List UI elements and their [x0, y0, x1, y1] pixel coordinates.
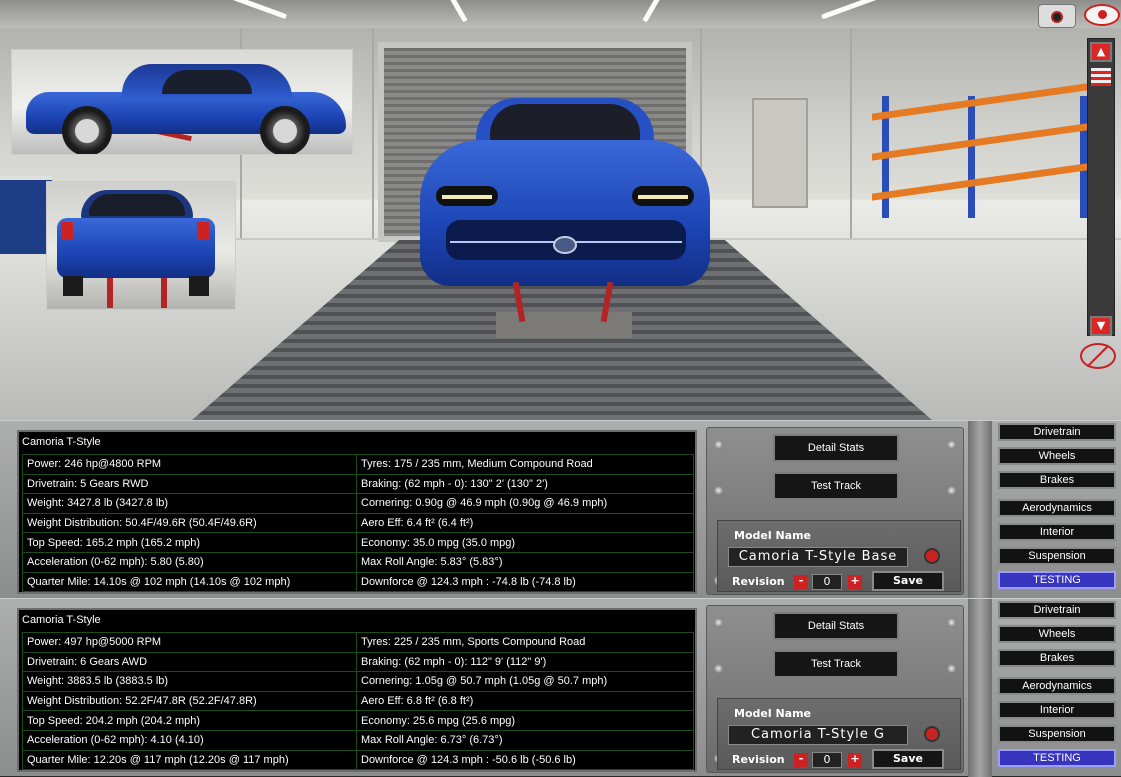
tab-wheels[interactable]: Wheels: [998, 447, 1116, 465]
tab-testing[interactable]: TESTING: [998, 571, 1116, 589]
revision-minus-button[interactable]: -: [794, 753, 808, 767]
3d-viewport[interactable]: ▲ ▼: [0, 0, 1121, 420]
side-view-thumbnail[interactable]: [11, 49, 353, 155]
model-name-box: Model Name Camoria T-Style G Revision - …: [717, 698, 961, 770]
controls-plate: Detail Stats Test Track Model Name Camor…: [706, 605, 964, 773]
model-name-input[interactable]: Camoria T-Style G: [728, 725, 908, 745]
tab-drivetrain[interactable]: Drivetrain: [998, 601, 1116, 619]
model-name-label: Model Name: [734, 529, 811, 542]
stats-title: Camoria T-Style: [22, 436, 101, 448]
stat-power: Power: 497 hp@5000 RPM: [22, 632, 357, 653]
model-name-box: Model Name Camoria T-Style Base Revision…: [717, 520, 961, 592]
stat-tyres: Tyres: 175 / 235 mm, Medium Compound Roa…: [356, 454, 694, 475]
revision-label: Revision: [732, 575, 785, 588]
stat-weight: Weight: 3883.5 lb (3883.5 lb): [22, 671, 357, 692]
test-track-button[interactable]: Test Track: [773, 472, 899, 500]
tool-box: [0, 176, 52, 254]
stat-weight: Weight: 3427.8 lb (3427.8 lb): [22, 493, 357, 514]
stat-acceleration: Acceleration (0-62 mph): 4.10 (4.10): [22, 729, 357, 751]
stat-downforce: Downforce @ 124.3 mph : -74.8 lb (-74.8 …: [356, 571, 694, 593]
cabinet: [752, 98, 808, 208]
stats-box: Camoria T-Style Power: 497 hp@5000 RPM Ty…: [17, 608, 697, 772]
stat-aero-eff: Aero Eff: 6.4 ft² (6.4 ft²): [356, 512, 694, 534]
tab-suspension[interactable]: Suspension: [998, 725, 1116, 743]
tab-interior[interactable]: Interior: [998, 523, 1116, 541]
save-button[interactable]: Save: [872, 571, 944, 591]
wall-panel: [850, 28, 852, 238]
tab-aerodynamics[interactable]: Aerodynamics: [998, 677, 1116, 695]
nav-tabs: Drivetrain Wheels Brakes Aerodynamics In…: [996, 423, 1118, 595]
stat-downforce: Downforce @ 124.3 mph : -50.6 lb (-50.6 …: [356, 749, 694, 771]
tab-testing[interactable]: TESTING: [998, 749, 1116, 767]
stat-weight-distribution: Weight Distribution: 52.2F/47.8R (52.2F/…: [22, 690, 357, 712]
nav-tabs: Drivetrain Wheels Brakes Aerodynamics In…: [996, 601, 1118, 773]
hide-eye-icon[interactable]: [1080, 343, 1116, 369]
eye-icon[interactable]: [1084, 4, 1120, 26]
rear-view-thumbnail[interactable]: [46, 181, 236, 310]
stats-table: Power: 497 hp@5000 RPM Tyres: 225 / 235 m…: [22, 632, 694, 771]
tab-brakes[interactable]: Brakes: [998, 649, 1116, 667]
stat-top-speed: Top Speed: 204.2 mph (204.2 mph): [22, 710, 357, 731]
tab-wheels[interactable]: Wheels: [998, 625, 1116, 643]
arrow-down-icon[interactable]: ▼: [1090, 316, 1112, 336]
stat-max-roll: Max Roll Angle: 5.83° (5.83°): [356, 551, 694, 573]
divider-strip: [968, 599, 992, 777]
revision-minus-button[interactable]: -: [794, 575, 808, 589]
model-name-input[interactable]: Camoria T-Style Base: [728, 547, 908, 567]
detail-stats-button[interactable]: Detail Stats: [773, 434, 899, 462]
reset-name-icon[interactable]: [924, 548, 940, 564]
save-button[interactable]: Save: [872, 749, 944, 769]
stats-title: Camoria T-Style: [22, 614, 101, 626]
controls-plate: Detail Stats Test Track Model Name Camor…: [706, 427, 964, 595]
detail-stats-button[interactable]: Detail Stats: [773, 612, 899, 640]
car-stats-panel-2: Camoria T-Style Power: 497 hp@5000 RPM Ty…: [0, 598, 1121, 777]
zoom-scroll-thumb[interactable]: [1091, 68, 1111, 86]
camera-icon[interactable]: [1038, 4, 1076, 28]
stat-acceleration: Acceleration (0-62 mph): 5.80 (5.80): [22, 551, 357, 573]
revision-value: 0: [812, 574, 842, 590]
car-model-front-view[interactable]: [420, 98, 710, 288]
revision-value: 0: [812, 752, 842, 768]
revision-label: Revision: [732, 753, 785, 766]
stat-top-speed: Top Speed: 165.2 mph (165.2 mph): [22, 532, 357, 553]
tab-drivetrain[interactable]: Drivetrain: [998, 423, 1116, 441]
stat-power: Power: 246 hp@4800 RPM: [22, 454, 357, 475]
stat-braking: Braking: (62 mph - 0): 112" 9' (112" 9'): [356, 651, 694, 673]
storage-shelf: [872, 78, 1094, 218]
ceiling: [0, 0, 1121, 28]
arrow-up-icon[interactable]: ▲: [1090, 42, 1112, 62]
stat-max-roll: Max Roll Angle: 6.73° (6.73°): [356, 729, 694, 751]
tab-suspension[interactable]: Suspension: [998, 547, 1116, 565]
stat-quarter-mile: Quarter Mile: 14.10s @ 102 mph (14.10s @…: [22, 571, 357, 593]
stat-weight-distribution: Weight Distribution: 50.4F/49.6R (50.4F/…: [22, 512, 357, 534]
stat-cornering: Cornering: 0.90g @ 46.9 mph (0.90g @ 46.…: [356, 493, 694, 514]
model-name-label: Model Name: [734, 707, 811, 720]
car-lift-stand: [496, 281, 632, 338]
stat-quarter-mile: Quarter Mile: 12.20s @ 117 mph (12.20s @…: [22, 749, 357, 771]
revision-plus-button[interactable]: +: [848, 575, 862, 589]
car-stats-panel-1: Camoria T-Style Power: 246 hp@4800 RPM Ty…: [0, 420, 1121, 599]
stat-tyres: Tyres: 225 / 235 mm, Sports Compound Roa…: [356, 632, 694, 653]
tab-interior[interactable]: Interior: [998, 701, 1116, 719]
stats-box: Camoria T-Style Power: 246 hp@4800 RPM Ty…: [17, 430, 697, 594]
stat-economy: Economy: 35.0 mpg (35.0 mpg): [356, 532, 694, 553]
stat-cornering: Cornering: 1.05g @ 50.7 mph (1.05g @ 50.…: [356, 671, 694, 692]
stat-drivetrain: Drivetrain: 6 Gears AWD: [22, 651, 357, 673]
wall-panel: [372, 28, 374, 238]
stat-braking: Braking: (62 mph - 0): 130" 2' (130" 2'): [356, 473, 694, 495]
test-track-button[interactable]: Test Track: [773, 650, 899, 678]
revision-plus-button[interactable]: +: [848, 753, 862, 767]
divider-strip: [968, 421, 992, 599]
tab-aerodynamics[interactable]: Aerodynamics: [998, 499, 1116, 517]
stats-table: Power: 246 hp@4800 RPM Tyres: 175 / 235 m…: [22, 454, 694, 593]
stat-aero-eff: Aero Eff: 6.8 ft² (6.8 ft²): [356, 690, 694, 712]
tab-brakes[interactable]: Brakes: [998, 471, 1116, 489]
stat-drivetrain: Drivetrain: 5 Gears RWD: [22, 473, 357, 495]
stat-economy: Economy: 25.6 mpg (25.6 mpg): [356, 710, 694, 731]
reset-name-icon[interactable]: [924, 726, 940, 742]
